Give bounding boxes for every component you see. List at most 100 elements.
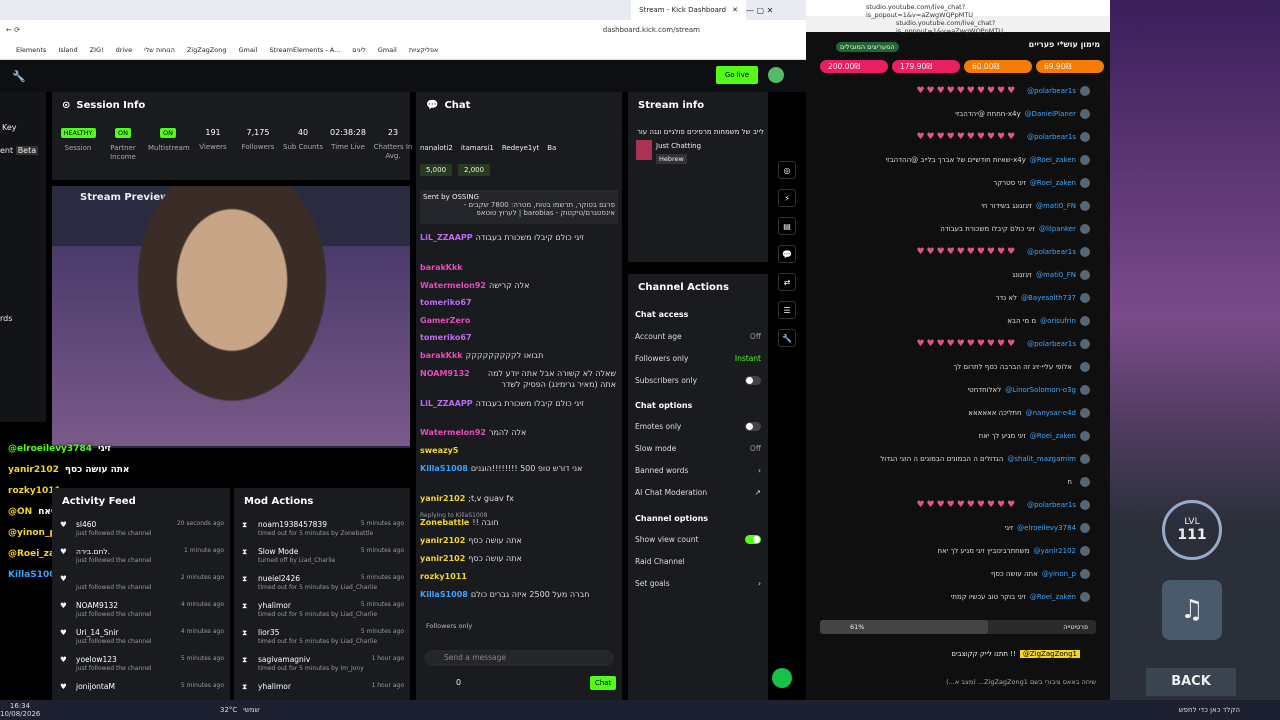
yt-chat-input[interactable]: שיחה באאס ציבורי בשם ZigZagZong1... (מצב… <box>906 678 1096 686</box>
yt-user[interactable]: @lilpanker <box>1039 225 1076 233</box>
chat-message[interactable]: yanir2102 אתה עושה כסף <box>420 535 616 546</box>
stream-preview[interactable]: Stream Preview <box>52 186 410 448</box>
subscribers-only-row[interactable]: Subscribers only <box>635 376 761 385</box>
go-live-button[interactable]: Go live <box>716 66 758 84</box>
bookmark[interactable]: הנוחות שלי <box>144 46 175 54</box>
chat-nick[interactable]: Zonebattle <box>420 517 469 528</box>
chat-message[interactable]: rozky1011 <box>420 571 616 582</box>
rail-wrench-icon[interactable]: 🔧 <box>778 329 796 347</box>
mod-user[interactable]: Slow Mode <box>258 547 298 556</box>
super-chat[interactable]: 60.00₪ <box>964 60 1032 73</box>
yt-user[interactable]: @Roei_zaken <box>1030 156 1076 164</box>
chat-nick[interactable]: Watermelon92 <box>420 427 486 438</box>
yt-user[interactable]: @mati0_FN <box>1036 271 1076 279</box>
bookmark[interactable]: ZigZagZong <box>187 46 227 54</box>
mod-user[interactable]: yhalimor <box>258 601 291 610</box>
top-chatter[interactable]: nanaloti2 <box>420 144 453 152</box>
chat-nick[interactable]: yanir2102 <box>420 493 465 504</box>
send-chat-button[interactable]: Chat <box>590 676 616 690</box>
chat-message[interactable]: tomeriko67 <box>420 332 616 343</box>
window-controls[interactable]: — ▢ ✕ <box>746 6 806 15</box>
chat-message[interactable]: barakKkk <box>420 262 616 273</box>
music-icon[interactable]: ♫ <box>1162 580 1222 640</box>
yt-avatar[interactable] <box>1080 247 1090 257</box>
yt-url[interactable]: studio.youtube.com/live_chat?is_popout=1… <box>806 0 1110 19</box>
chat-message[interactable]: Watermelon92 אלה קרישה <box>420 280 616 291</box>
chat-nick[interactable]: barakKkk <box>420 350 463 361</box>
super-chat[interactable]: 69.90₪ <box>1036 60 1104 73</box>
chat-input[interactable]: Send a message <box>424 650 614 666</box>
chat-nick[interactable]: Watermelon92 <box>420 280 486 291</box>
super-chat[interactable]: 179.90₪ <box>892 60 960 73</box>
yt-user[interactable]: @polarbear1s <box>1027 501 1076 509</box>
activity-user[interactable]: לחם.בירה. <box>76 547 110 556</box>
followers-only-row[interactable]: Followers only Instant <box>635 354 761 363</box>
chat-message[interactable]: Zonebattle חובה !! <box>420 517 616 528</box>
mod-user[interactable]: sagivamagniv <box>258 655 310 664</box>
yt-avatar[interactable] <box>1080 385 1090 395</box>
chat-message[interactable]: GamerZero <box>420 315 616 326</box>
chat-nick[interactable]: yanir2102 <box>420 535 465 546</box>
yt-user[interactable]: @shalit_mazgamim <box>1007 455 1076 463</box>
yt-user[interactable]: @polarbear1s <box>1027 248 1076 256</box>
yt-avatar[interactable] <box>1080 454 1090 464</box>
bookmark[interactable]: Gmail <box>238 46 257 54</box>
chat-nick[interactable]: tomeriko67 <box>420 332 472 343</box>
bookmark[interactable]: drive <box>116 46 132 54</box>
bookmark[interactable]: Island <box>58 46 77 54</box>
yt-user[interactable]: @DanielPlaner <box>1025 110 1076 118</box>
chat-message[interactable]: yanir2102 t,v guav fx; <box>420 493 616 504</box>
bookmark[interactable]: Elements <box>16 46 46 54</box>
help-icon[interactable] <box>772 668 792 688</box>
browser-tab[interactable]: Stream - Kick Dashboard ✕ <box>631 0 746 20</box>
refresh-icon[interactable]: ⟳ <box>14 26 20 34</box>
rail-tool-icon[interactable]: ◎ <box>778 161 796 179</box>
chat-nick[interactable]: NOAM9132 <box>420 368 470 379</box>
yt-user[interactable]: @polarbear1s <box>1027 340 1076 348</box>
chat-nick[interactable]: LiL_ZZAAPP <box>420 398 473 409</box>
avatar[interactable] <box>768 67 784 83</box>
mod-user[interactable]: nueiel2426 <box>258 574 300 583</box>
chat-message[interactable]: KillaS1008 חברה מעל 2500 איזה גברים כולם <box>420 589 616 600</box>
bookmark[interactable]: אפליקציות <box>409 46 439 54</box>
yt-avatar[interactable] <box>1080 86 1090 96</box>
chat-nick[interactable]: yanir2102 <box>420 553 465 564</box>
category[interactable]: Just Chatting <box>656 142 701 150</box>
activity-user[interactable]: jonijontaM <box>76 682 115 691</box>
yt-avatar[interactable] <box>1080 178 1090 188</box>
chat-message[interactable]: LiL_ZZAAPP זיגי כולם קיבלו משכורת בעבודה <box>420 398 616 409</box>
nav-ent[interactable]: ent <box>0 146 13 155</box>
yt-avatar[interactable] <box>1080 500 1090 510</box>
top-chatter[interactable]: Redeye1yt <box>502 144 539 152</box>
activity-user[interactable]: NOAM9132 <box>76 601 118 610</box>
ai-mod-row[interactable]: AI Chat Moderation ↗ <box>635 488 761 497</box>
yt-avatar[interactable] <box>1080 155 1090 165</box>
yt-user[interactable]: @Roei_zaken <box>1030 179 1076 187</box>
mod-user[interactable]: lior35 <box>258 628 279 637</box>
chat-nick[interactable]: KillaS1008 <box>420 589 468 600</box>
yt-top-fans[interactable]: המעריצים המובילים <box>836 42 899 52</box>
yt-avatar[interactable] <box>1080 592 1090 602</box>
yt-user[interactable]: @elroeilevy3784 <box>1017 524 1076 532</box>
yt-user[interactable]: @nanysar-e4d <box>1026 409 1076 417</box>
nav-rds[interactable]: rds <box>0 314 12 323</box>
banned-words-row[interactable]: Banned words › <box>635 466 761 475</box>
yt-avatar[interactable] <box>1080 339 1090 349</box>
yt-avatar[interactable] <box>1080 201 1090 211</box>
yt-user[interactable]: @mati0_FN <box>1036 202 1076 210</box>
top-chatter[interactable]: Ba <box>547 144 556 152</box>
activity-user[interactable]: sl460 <box>76 520 96 529</box>
chat-nick[interactable]: LiL_ZZAAPP <box>420 232 473 243</box>
subscribers-only-toggle[interactable] <box>745 376 761 385</box>
yt-avatar[interactable] <box>1080 270 1090 280</box>
rail-bolt-icon[interactable]: ⚡ <box>778 189 796 207</box>
chat-message[interactable]: tomeriko67 <box>420 297 616 308</box>
activity-user[interactable]: Uri_14_Snir <box>76 628 118 637</box>
yt-user[interactable]: @LinorSolomon-o3g <box>1005 386 1076 394</box>
chat-nick[interactable]: KillaS1008 <box>420 463 468 474</box>
chat-nick[interactable]: sweazy5 <box>420 445 458 456</box>
yt-user[interactable]: @Bayesolth737 <box>1021 294 1076 302</box>
bookmark[interactable]: ZIG! <box>90 46 104 54</box>
chat-message[interactable]: sweazy5 <box>420 445 616 456</box>
rail-list-icon[interactable]: ☰ <box>778 301 796 319</box>
